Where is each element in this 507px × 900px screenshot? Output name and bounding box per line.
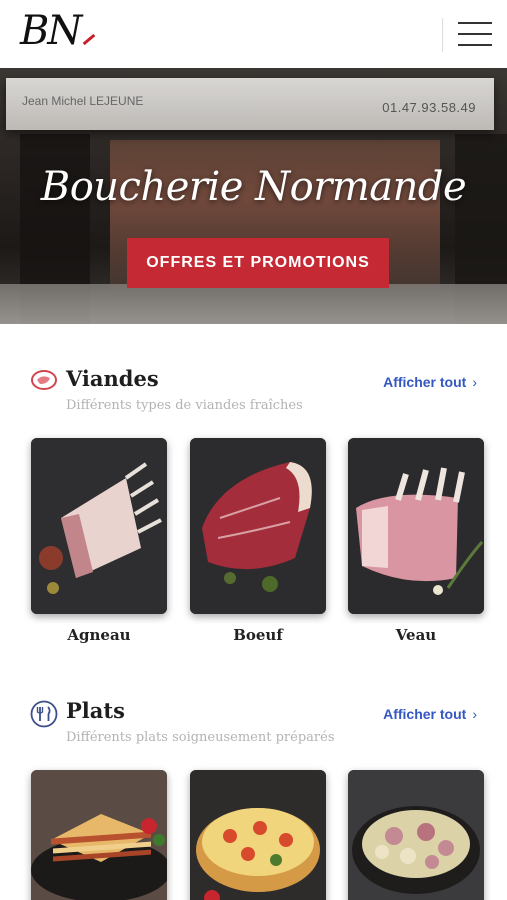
- section-subtitle: Différents types de viandes fraîches: [66, 398, 303, 413]
- beef-rib-image: [190, 438, 326, 614]
- card-salade[interactable]: [348, 770, 484, 900]
- link-label: Afficher tout: [383, 374, 467, 390]
- card-label-veau: Veau: [395, 626, 437, 644]
- steak-icon: [31, 370, 57, 390]
- show-all-viandes-link[interactable]: Afficher tout ›: [383, 374, 477, 390]
- show-all-plats-link[interactable]: Afficher tout ›: [383, 706, 477, 722]
- hamburger-menu-icon[interactable]: [458, 22, 494, 48]
- card-label-agneau: Agneau: [67, 626, 131, 644]
- card-label-boeuf: Boeuf: [233, 626, 283, 644]
- potato-salad-image: [348, 770, 484, 900]
- lamb-rack-image: [31, 438, 167, 614]
- sidewalk: [0, 284, 507, 324]
- hero-banner: Jean Michel LEJEUNE 01.47.93.58.49 Bouch…: [0, 68, 507, 324]
- link-label: Afficher tout: [383, 706, 467, 722]
- brand-logo[interactable]: BN: [20, 8, 82, 54]
- card-lasagne[interactable]: [31, 770, 167, 900]
- quiche-image: [190, 770, 326, 900]
- awning-owner-name: Jean Michel LEJEUNE: [22, 94, 144, 108]
- hero-title: Boucherie Normande: [40, 164, 467, 210]
- app-header: BN: [0, 0, 507, 68]
- chevron-right-icon: ›: [472, 374, 477, 390]
- veal-rack-image: [348, 438, 484, 614]
- card-boeuf[interactable]: [190, 438, 326, 614]
- logo-knife-mark: [82, 33, 96, 46]
- lasagna-image: [31, 770, 167, 900]
- cutlery-icon: [30, 700, 58, 728]
- card-agneau[interactable]: [31, 438, 167, 614]
- card-quiche[interactable]: [190, 770, 326, 900]
- section-title: Viandes: [66, 366, 159, 391]
- awning-phone: 01.47.93.58.49: [382, 100, 476, 115]
- section-viandes: Viandes Différents types de viandes fraî…: [0, 360, 507, 660]
- section-subtitle: Différents plats soigneusement préparés: [66, 730, 335, 745]
- chevron-right-icon: ›: [472, 706, 477, 722]
- header-divider: [442, 18, 443, 52]
- section-plats: Plats Différents plats soigneusement pré…: [0, 692, 507, 900]
- card-veau[interactable]: [348, 438, 484, 614]
- section-title: Plats: [66, 698, 125, 723]
- offers-promotions-button[interactable]: OFFRES ET PROMOTIONS: [127, 238, 389, 288]
- shop-awning: Jean Michel LEJEUNE 01.47.93.58.49: [6, 78, 494, 130]
